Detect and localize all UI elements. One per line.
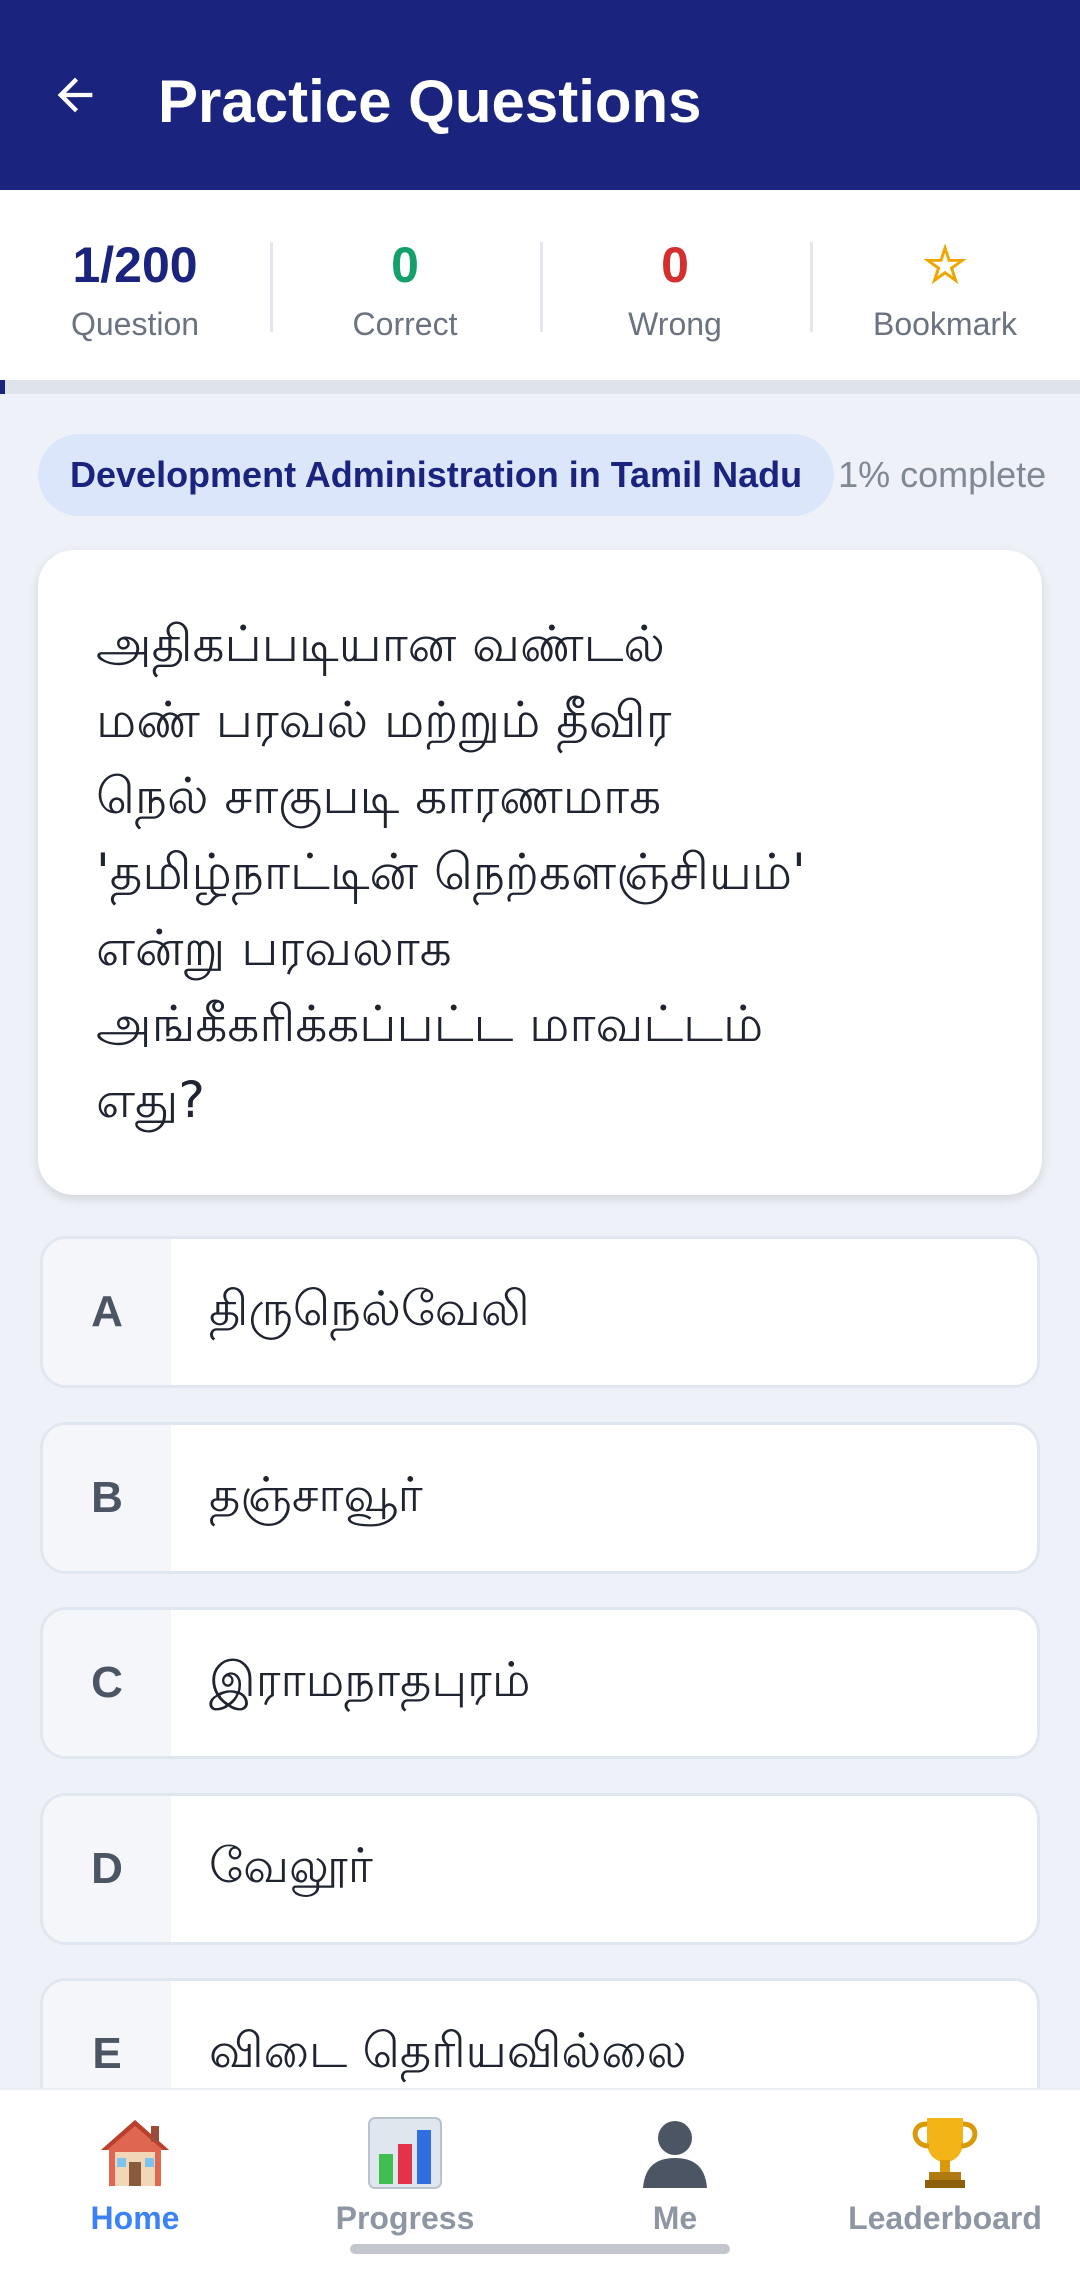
option-letter: D (43, 1796, 171, 1942)
trophy-icon (912, 2118, 978, 2188)
nav-label: Progress (335, 2200, 475, 2236)
question-line: மண் பரவல் மற்றும் தீவிர (96, 691, 672, 749)
option-text: விடை தெரியவில்லை (209, 2023, 687, 2079)
bookmark-label: Bookmark (872, 305, 1018, 342)
stat-correct-label: Correct (352, 305, 458, 342)
bookmark-button[interactable]: ☆ Bookmark (810, 190, 1080, 380)
stat-correct-value: 0 (391, 236, 419, 293)
stat-question: 1/200 Question (0, 190, 270, 380)
question-line: அங்கீகரிக்கப்பட்ட மாவட்டம் (96, 995, 764, 1053)
option-letter: A (43, 1239, 171, 1385)
topic-row: Development Administration in Tamil Nadu… (38, 434, 1080, 516)
stat-wrong: 0 Wrong (540, 190, 810, 380)
nav-label: Home (90, 2200, 180, 2236)
app-bar: Practice Questions (0, 0, 1080, 190)
option-c[interactable]: C இராமநாதபுரம் (40, 1607, 1040, 1759)
option-a[interactable]: A திருநெல்வேலி (40, 1236, 1040, 1388)
stats-bar: 1/200 Question 0 Correct 0 Wrong ☆ Bookm… (0, 190, 1080, 380)
page-title: Practice Questions (158, 68, 702, 135)
option-text: தஞ்சாவூர் (209, 1467, 423, 1523)
nav-label: Leaderboard (848, 2200, 1042, 2236)
option-d[interactable]: D வேலூர் (40, 1793, 1040, 1945)
nav-label: Me (652, 2200, 698, 2236)
option-text: வேலூர் (209, 1838, 373, 1894)
option-text: திருநெல்வேலி (209, 1281, 530, 1337)
home-indicator[interactable] (350, 2244, 730, 2254)
option-text: இராமநாதபுரம் (209, 1652, 531, 1708)
house-icon (101, 2120, 169, 2186)
completion-text: 1% complete (838, 454, 1047, 495)
stat-wrong-value: 0 (661, 236, 689, 293)
option-letter: C (43, 1610, 171, 1756)
progress-bar (0, 380, 1080, 394)
question-line: என்று பரவலாக (96, 919, 452, 977)
question-line: நெல் சாகுபடி காரணமாக (96, 767, 662, 825)
question-card: அதிகப்படியான வண்டல் மண் பரவல் மற்றும் தீ… (38, 550, 1042, 1195)
question-line: எது? (96, 1071, 205, 1129)
question-line: 'தமிழ்நாட்டின் நெற்களஞ்சியம்' (96, 843, 806, 901)
option-b[interactable]: B தஞ்சாவூர் (40, 1422, 1040, 1574)
back-button[interactable] (40, 60, 110, 130)
stat-question-label: Question (70, 305, 200, 342)
person-silhouette-icon (643, 2121, 707, 2188)
stat-question-value: 1/200 (72, 236, 198, 293)
bar-chart-icon (368, 2117, 442, 2189)
topic-chip: Development Administration in Tamil Nadu (38, 434, 835, 516)
nav-home[interactable]: Home (0, 2090, 270, 2271)
arrow-left-icon (57, 77, 93, 113)
option-letter: B (43, 1425, 171, 1571)
stat-correct: 0 Correct (270, 190, 540, 380)
stat-wrong-label: Wrong (628, 305, 722, 342)
nav-leaderboard[interactable]: Leaderboard (810, 2090, 1080, 2271)
progress-fill (0, 380, 6, 394)
star-icon: ☆ (922, 236, 968, 293)
question-line: அதிகப்படியான வண்டல் (96, 615, 665, 673)
question-text: அதிகப்படியான வண்டல் மண் பரவல் மற்றும் தீ… (96, 606, 986, 1138)
